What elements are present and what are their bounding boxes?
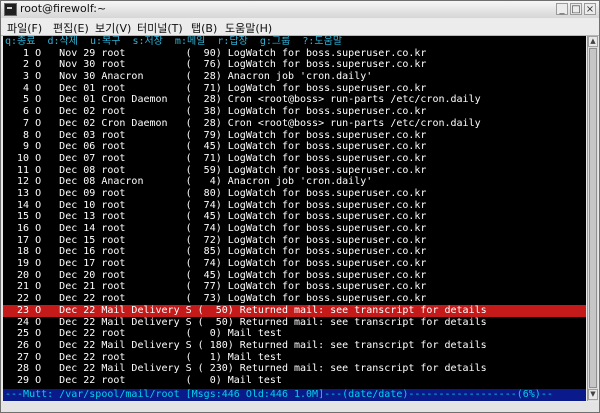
maximize-button[interactable]: □ bbox=[570, 3, 582, 15]
close-button[interactable]: × bbox=[584, 3, 596, 15]
menu-view[interactable]: 보기(V) bbox=[95, 20, 131, 36]
scrollbar-thumb[interactable] bbox=[589, 48, 597, 388]
message-row[interactable]: 11 O Dec 08 root ( 59) LogWatch for boss… bbox=[3, 165, 586, 177]
message-row[interactable]: 9 O Dec 06 root ( 45) LogWatch for boss.… bbox=[3, 141, 586, 153]
message-row[interactable]: 19 O Dec 17 root ( 74) LogWatch for boss… bbox=[3, 258, 586, 270]
menu-terminal[interactable]: 터미널(T) bbox=[137, 20, 183, 36]
message-row[interactable]: 29 O Dec 22 root ( 0) Mail test bbox=[3, 375, 586, 387]
message-row[interactable]: 1 O Nov 29 root ( 90) LogWatch for boss.… bbox=[3, 48, 586, 60]
message-row[interactable]: 3 O Nov 30 Anacron ( 28) Anacron job 'cr… bbox=[3, 71, 586, 83]
message-row[interactable]: 8 O Dec 03 root ( 79) LogWatch for boss.… bbox=[3, 130, 586, 142]
message-row[interactable]: 4 O Dec 01 root ( 71) LogWatch for boss.… bbox=[3, 83, 586, 95]
mutt-status-bar: ---Mutt: /var/spool/mail/root [Msgs:446 … bbox=[3, 389, 586, 401]
menu-tabs[interactable]: 탭(B) bbox=[191, 20, 217, 36]
message-row[interactable]: 13 O Dec 09 root ( 80) LogWatch for boss… bbox=[3, 188, 586, 200]
scroll-up-icon[interactable]: ▲ bbox=[588, 36, 598, 47]
message-row[interactable]: 20 O Dec 20 root ( 45) LogWatch for boss… bbox=[3, 270, 586, 282]
message-row[interactable]: 27 O Dec 22 root ( 1) Mail test bbox=[3, 352, 586, 364]
message-row[interactable]: 17 O Dec 15 root ( 72) LogWatch for boss… bbox=[3, 235, 586, 247]
message-row[interactable]: 21 O Dec 21 root ( 77) LogWatch for boss… bbox=[3, 281, 586, 293]
message-row[interactable]: 18 O Dec 16 root ( 85) LogWatch for boss… bbox=[3, 246, 586, 258]
message-row[interactable]: 7 O Dec 02 Cron Daemon ( 28) Cron <root@… bbox=[3, 118, 586, 130]
terminal-icon bbox=[4, 3, 17, 16]
minimize-button[interactable]: _ bbox=[556, 3, 568, 15]
window-title: root@firewolf:~ bbox=[20, 2, 107, 15]
menu-bar: 파일(F) 편집(E) 보기(V) 터미널(T) 탭(B) 도움말(H) bbox=[1, 18, 599, 36]
scroll-down-icon[interactable]: ▼ bbox=[588, 389, 598, 400]
message-row[interactable]: 2 O Nov 30 root ( 76) LogWatch for boss.… bbox=[3, 59, 586, 71]
menu-file[interactable]: 파일(F) bbox=[7, 20, 42, 36]
terminal-window: root@firewolf:~ _ □ × 파일(F) 편집(E) 보기(V) … bbox=[0, 0, 600, 413]
message-row[interactable]: 14 O Dec 10 root ( 74) LogWatch for boss… bbox=[3, 200, 586, 212]
message-row[interactable]: 25 O Dec 22 root ( 0) Mail test bbox=[3, 328, 586, 340]
terminal-screen[interactable]: q:종료 d:삭제 u:복구 s:저장 m:메일 r:답장 g:그룹 ?:도움말… bbox=[3, 36, 586, 401]
menu-help[interactable]: 도움말(H) bbox=[225, 20, 272, 36]
message-row[interactable]: 24 O Dec 22 Mail Delivery S ( 50) Return… bbox=[3, 317, 586, 329]
menu-edit[interactable]: 편집(E) bbox=[53, 20, 89, 36]
message-list[interactable]: 1 O Nov 29 root ( 90) LogWatch for boss.… bbox=[3, 48, 586, 387]
message-row[interactable]: 26 O Dec 22 Mail Delivery S ( 180) Retur… bbox=[3, 340, 586, 352]
message-row[interactable]: 16 O Dec 14 root ( 74) LogWatch for boss… bbox=[3, 223, 586, 235]
title-bar[interactable]: root@firewolf:~ _ □ × bbox=[1, 1, 599, 19]
window-bottom-edge bbox=[1, 402, 599, 412]
message-row[interactable]: 5 O Dec 01 Cron Daemon ( 28) Cron <root@… bbox=[3, 94, 586, 106]
message-row-selected[interactable]: 23 O Dec 22 Mail Delivery S ( 50) Return… bbox=[3, 304, 586, 317]
message-row[interactable]: 10 O Dec 07 root ( 71) LogWatch for boss… bbox=[3, 153, 586, 165]
message-row[interactable]: 12 O Dec 08 Anacron ( 4) Anacron job 'cr… bbox=[3, 176, 586, 188]
scrollbar[interactable]: ▲ ▼ bbox=[587, 36, 598, 401]
mutt-help-bar: q:종료 d:삭제 u:복구 s:저장 m:메일 r:답장 g:그룹 ?:도움말 bbox=[3, 36, 586, 48]
message-row[interactable]: 15 O Dec 13 root ( 45) LogWatch for boss… bbox=[3, 211, 586, 223]
message-row[interactable]: 28 O Dec 22 Mail Delivery S ( 230) Retur… bbox=[3, 363, 586, 375]
message-row[interactable]: 22 O Dec 22 root ( 73) LogWatch for boss… bbox=[3, 293, 586, 305]
message-row[interactable]: 6 O Dec 02 root ( 38) LogWatch for boss.… bbox=[3, 106, 586, 118]
